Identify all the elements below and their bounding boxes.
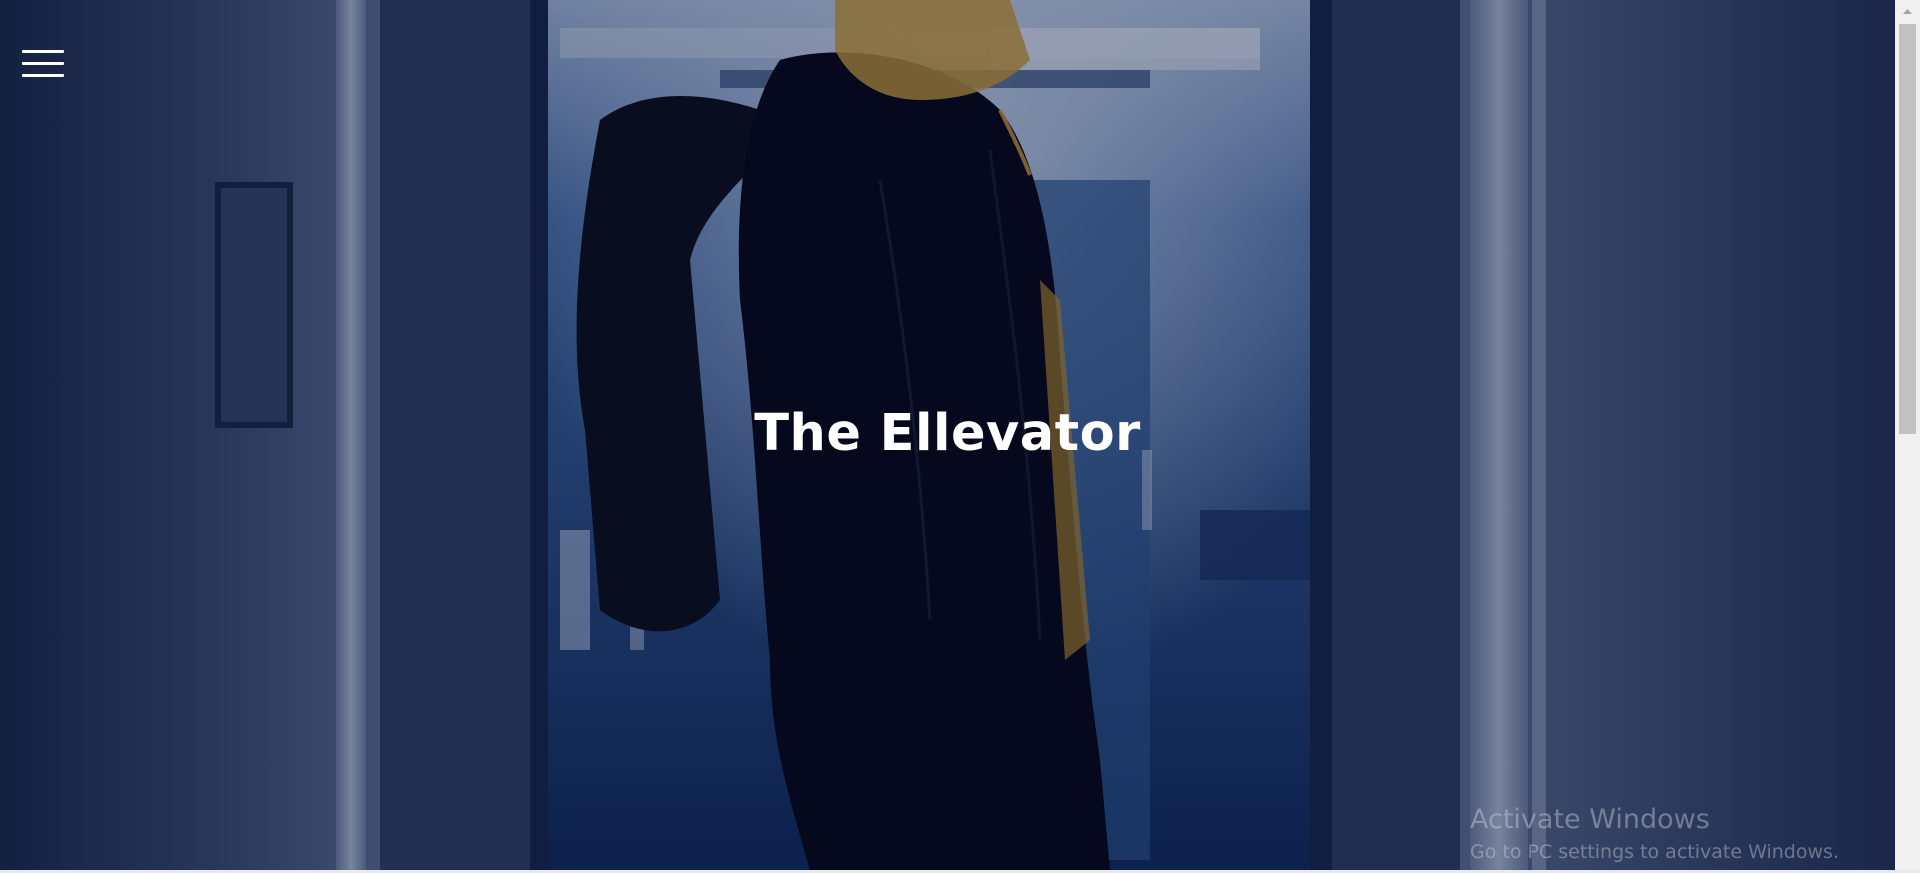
hero-title: The Ellevator <box>754 404 1141 463</box>
menu-icon-bar <box>22 74 64 77</box>
windows-activation-watermark: Activate Windows Go to PC settings to ac… <box>1470 803 1839 865</box>
hamburger-menu-icon[interactable] <box>22 48 66 82</box>
hero-section: The Ellevator Activate Windows Go to PC … <box>0 0 1895 870</box>
scroll-up-arrow-icon[interactable] <box>1895 0 1920 22</box>
menu-icon-bar <box>22 62 64 65</box>
browser-viewport: The Ellevator Activate Windows Go to PC … <box>0 0 1920 873</box>
watermark-subtitle: Go to PC settings to activate Windows. <box>1470 841 1839 863</box>
scrollbar-thumb[interactable] <box>1899 24 1916 434</box>
vertical-scrollbar[interactable] <box>1895 0 1920 870</box>
watermark-title: Activate Windows <box>1470 804 1710 835</box>
menu-icon-bar <box>22 50 64 53</box>
